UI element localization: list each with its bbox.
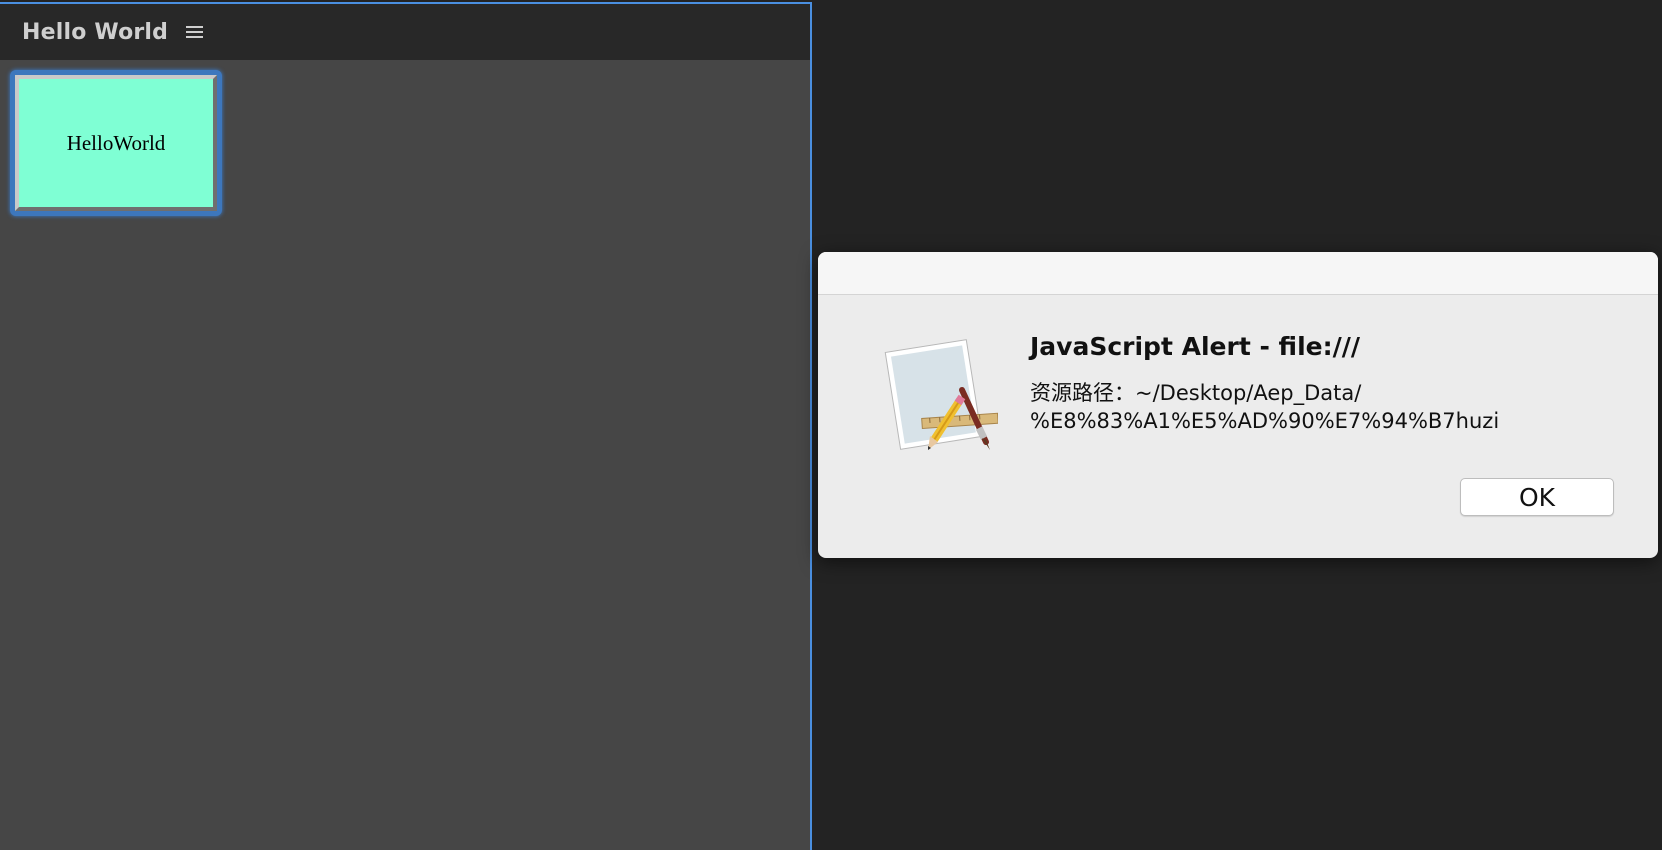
screen: Hello World HelloWorld JavaScript Alert … bbox=[0, 0, 1662, 850]
panel-header: Hello World bbox=[0, 4, 810, 60]
ok-button[interactable]: OK bbox=[1460, 478, 1614, 516]
hello-world-button[interactable]: HelloWorld bbox=[15, 75, 217, 211]
alert-titlebar[interactable] bbox=[818, 252, 1658, 295]
script-editor-app-icon bbox=[878, 332, 999, 452]
extension-panel: Hello World HelloWorld bbox=[0, 2, 812, 850]
panel-title: Hello World bbox=[22, 19, 169, 45]
hello-button-focus-ring: HelloWorld bbox=[10, 70, 222, 216]
alert-message-line: 资源路径：~/Desktop/Aep_Data/ bbox=[1030, 381, 1362, 405]
alert-title: JavaScript Alert - file:/// bbox=[1030, 332, 1360, 361]
javascript-alert-dialog: JavaScript Alert - file:/// 资源路径：~/Deskt… bbox=[818, 252, 1658, 558]
alert-message-line: %E8%83%A1%E5%AD%90%E7%94%B7huzi bbox=[1030, 409, 1500, 433]
alert-message: 资源路径：~/Desktop/Aep_Data/ %E8%83%A1%E5%AD… bbox=[1030, 379, 1630, 435]
hamburger-menu-icon[interactable] bbox=[186, 25, 204, 39]
